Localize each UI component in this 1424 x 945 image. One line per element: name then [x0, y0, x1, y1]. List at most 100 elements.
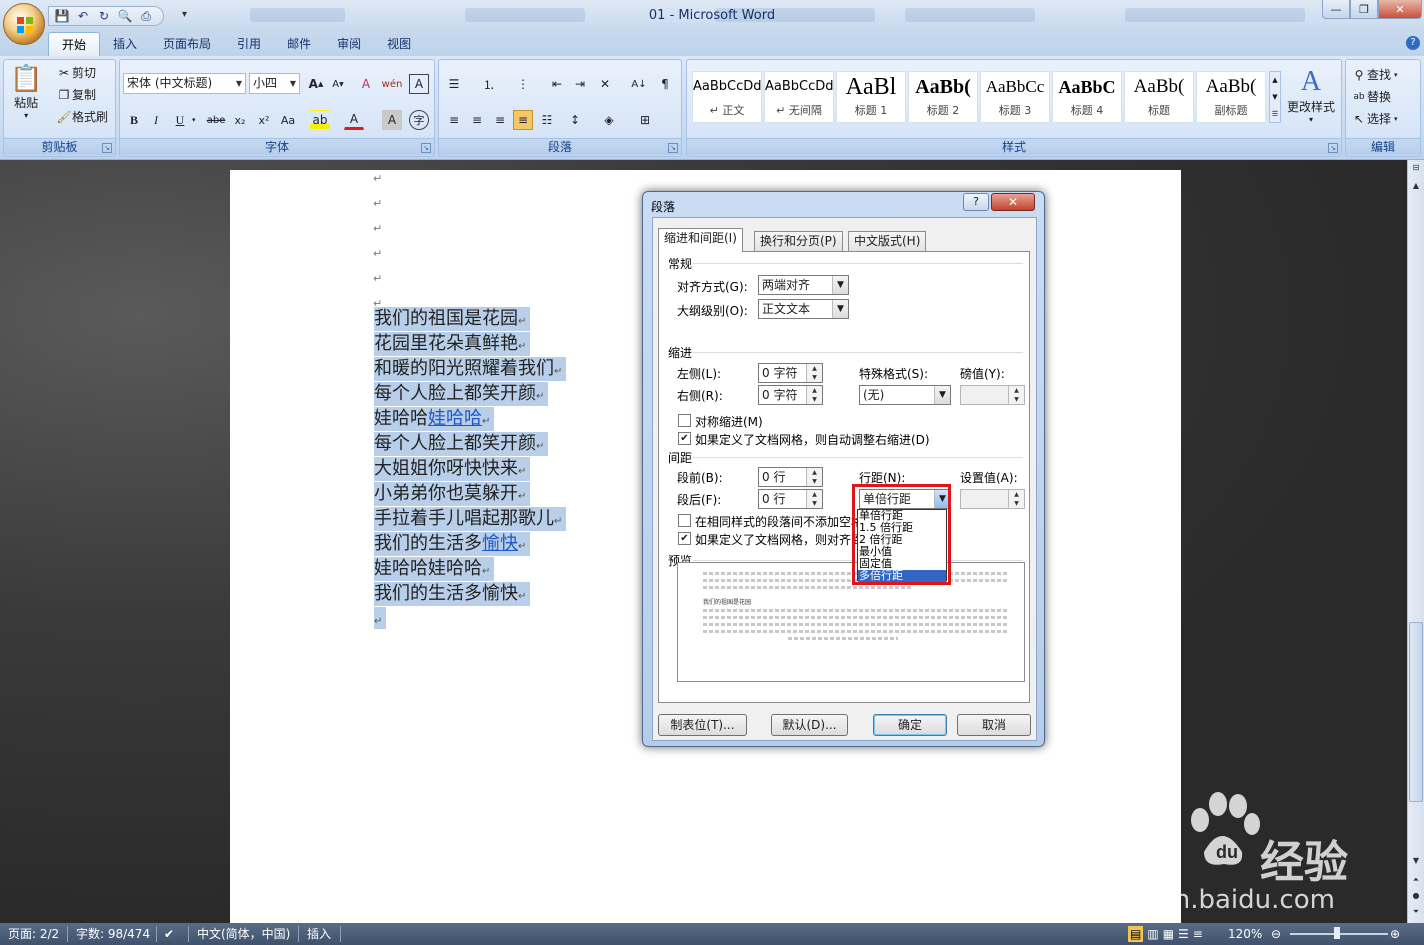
tab-indents-spacing[interactable]: 缩进和间距(I) — [658, 228, 743, 252]
style-normal[interactable]: AaBbCcDd ↵ 正文 — [692, 71, 762, 123]
office-button[interactable] — [3, 3, 45, 45]
font-color-button[interactable]: A — [344, 110, 364, 130]
styles-launcher-icon[interactable]: ↘ — [1328, 143, 1338, 153]
style-heading-2[interactable]: AaBb(标题 2 — [908, 71, 978, 123]
tab-home[interactable]: 开始 — [48, 32, 101, 56]
document-line[interactable]: 我们的祖国是花园↵ — [374, 307, 531, 331]
alignment-select[interactable]: 两端对齐 ▼ — [758, 275, 849, 295]
document-line[interactable]: 大姐姐你呀快快来↵ — [374, 457, 531, 481]
cut-button[interactable]: ✂ 剪切 — [56, 64, 96, 81]
scroll-down-icon[interactable]: ▼ — [1408, 853, 1424, 869]
italic-button[interactable]: I — [146, 110, 166, 130]
space-before-spinner[interactable]: 0 行 ▲ ▼ — [758, 467, 823, 487]
clipboard-launcher-icon[interactable]: ↘ — [102, 143, 112, 153]
tab-line-page-breaks[interactable]: 换行和分页(P) — [754, 231, 843, 251]
increase-indent-icon[interactable]: ⇥ — [570, 74, 590, 94]
justify-icon[interactable]: ≡ — [513, 110, 533, 130]
align-left-icon[interactable]: ≡ — [444, 110, 464, 130]
bullets-icon[interactable]: ☰ — [444, 74, 464, 94]
scroll-up-icon[interactable]: ▲ — [1408, 178, 1424, 194]
spacing-at-spinner[interactable]: ▲ ▼ — [960, 489, 1025, 509]
chevron-down-icon[interactable]: ▾ — [192, 116, 196, 124]
decrease-indent-icon[interactable]: ⇤ — [547, 74, 567, 94]
draft-view-icon[interactable]: ≡ — [1193, 926, 1203, 942]
dialog-close-button[interactable]: ✕ — [991, 193, 1035, 211]
subscript-button[interactable]: x₂ — [230, 110, 250, 130]
document-line[interactable]: 花园里花朵真鲜艳↵ — [374, 332, 531, 356]
find-button[interactable]: ⚲ 查找 ▾ — [1351, 66, 1398, 83]
language-indicator[interactable]: 中文(简体，中国) — [197, 926, 290, 942]
char-shading-button[interactable]: A — [382, 110, 402, 130]
highlight-icon[interactable]: ab — [310, 110, 330, 130]
zoom-in-icon[interactable]: ⊕ — [1390, 926, 1400, 942]
full-screen-view-icon[interactable]: ▥ — [1147, 926, 1158, 942]
paragraph-launcher-icon[interactable]: ↘ — [668, 143, 678, 153]
web-layout-view-icon[interactable]: ▦ — [1163, 926, 1174, 942]
snap-to-grid-checkbox[interactable]: ✔ — [678, 532, 691, 545]
outline-view-icon[interactable]: ☰ — [1178, 926, 1189, 942]
no-space-same-style-checkbox[interactable] — [678, 514, 691, 527]
superscript-button[interactable]: x² — [254, 110, 274, 130]
tab-page-layout[interactable]: 页面布局 — [150, 32, 224, 56]
style-heading-1[interactable]: AaBl 标题 1 — [836, 71, 906, 123]
copy-button[interactable]: ❐ 复制 — [56, 86, 96, 103]
hyperlink-text[interactable]: 娃哈哈 — [428, 408, 482, 429]
browse-object-icon[interactable]: ● — [1408, 888, 1424, 904]
ruler-toggle-icon[interactable]: ⊟ — [1408, 160, 1424, 176]
strikethrough-button[interactable]: abe — [206, 110, 226, 130]
tab-insert[interactable]: 插入 — [100, 32, 150, 56]
bold-button[interactable]: B — [124, 110, 144, 130]
clear-format-button[interactable]: A — [356, 74, 376, 94]
tab-view[interactable]: 视图 — [374, 32, 424, 56]
format-painter-button[interactable]: 🖌 格式刷 — [56, 108, 108, 125]
char-border-button[interactable]: A — [409, 74, 429, 94]
prev-page-icon[interactable]: ⏶ — [1408, 872, 1424, 888]
style-title[interactable]: AaBb(标题 — [1124, 71, 1194, 123]
page-indicator[interactable]: 页面: 2/2 — [8, 926, 59, 942]
style-no-spacing[interactable]: AaBbCcDd ↵ 无间隔 — [764, 71, 834, 123]
outline-level-select[interactable]: 正文文本 ▼ — [758, 299, 849, 319]
tab-mailings[interactable]: 邮件 — [274, 32, 324, 56]
multilevel-list-icon[interactable]: ⋮ — [513, 74, 533, 94]
print-layout-view-icon[interactable]: ▤ — [1128, 926, 1144, 942]
word-count[interactable]: 字数: 98/474 — [76, 926, 150, 942]
line-spacing-icon[interactable]: ↕ — [565, 110, 585, 130]
set-default-button[interactable]: 默认(D)... — [771, 714, 848, 736]
tab-review[interactable]: 审阅 — [324, 32, 374, 56]
sort-icon[interactable]: A↓ — [629, 74, 649, 94]
align-right-icon[interactable]: ≡ — [490, 110, 510, 130]
document-line[interactable]: 我们的生活多愉快↵ — [374, 532, 531, 556]
auto-adjust-checkbox[interactable]: ✔ — [678, 432, 691, 445]
document-line[interactable]: 娃哈哈娃哈哈↵ — [374, 407, 495, 431]
next-page-icon[interactable]: ⏷ — [1408, 904, 1424, 920]
document-line[interactable]: 每个人脸上都笑开颜↵ — [374, 432, 549, 456]
left-indent-spinner[interactable]: 0 字符 ▲ ▼ — [758, 363, 823, 383]
replace-button[interactable]: ab 替换 — [1351, 88, 1391, 105]
zoom-slider-thumb[interactable] — [1334, 927, 1340, 939]
document-line[interactable]: 手拉着手儿唱起那歌儿↵ — [374, 507, 567, 531]
document-line[interactable]: 小弟弟你也莫躲开↵ — [374, 482, 531, 506]
close-button[interactable]: ✕ — [1378, 0, 1422, 19]
style-heading-4[interactable]: AaBbC 标题 4 — [1052, 71, 1122, 123]
align-center-icon[interactable]: ≡ — [467, 110, 487, 130]
right-indent-spinner[interactable]: 0 字符 ▲ ▼ — [758, 385, 823, 405]
shading-icon[interactable]: ◈ — [599, 110, 619, 130]
show-marks-icon[interactable]: ¶ — [655, 74, 675, 94]
gallery-scroll[interactable]: ▲ ▼ ☰ — [1269, 71, 1281, 123]
underline-button[interactable]: U — [170, 110, 190, 130]
minimize-button[interactable]: — — [1322, 0, 1350, 19]
space-after-spinner[interactable]: 0 行 ▲ ▼ — [758, 489, 823, 509]
change-styles-button[interactable]: A 更改样式 ▾ — [1287, 66, 1335, 124]
help-icon[interactable]: ? — [1406, 36, 1420, 50]
cancel-button[interactable]: 取消 — [957, 714, 1031, 736]
indent-by-spinner[interactable]: ▲ ▼ — [960, 385, 1025, 405]
restore-button[interactable]: ❐ — [1350, 0, 1378, 19]
style-subtitle[interactable]: AaBb(副标题 — [1196, 71, 1266, 123]
ok-button[interactable]: 确定 — [873, 714, 947, 736]
style-heading-3[interactable]: AaBbCc 标题 3 — [980, 71, 1050, 123]
zoom-level[interactable]: 120% — [1228, 926, 1262, 942]
grow-font-button[interactable]: A ▲ — [306, 74, 326, 94]
empty-paragraph[interactable]: ↵ — [374, 607, 387, 629]
tab-references[interactable]: 引用 — [224, 32, 274, 56]
font-name-combo[interactable]: 宋体 (中文标题) ▼ — [123, 73, 246, 94]
